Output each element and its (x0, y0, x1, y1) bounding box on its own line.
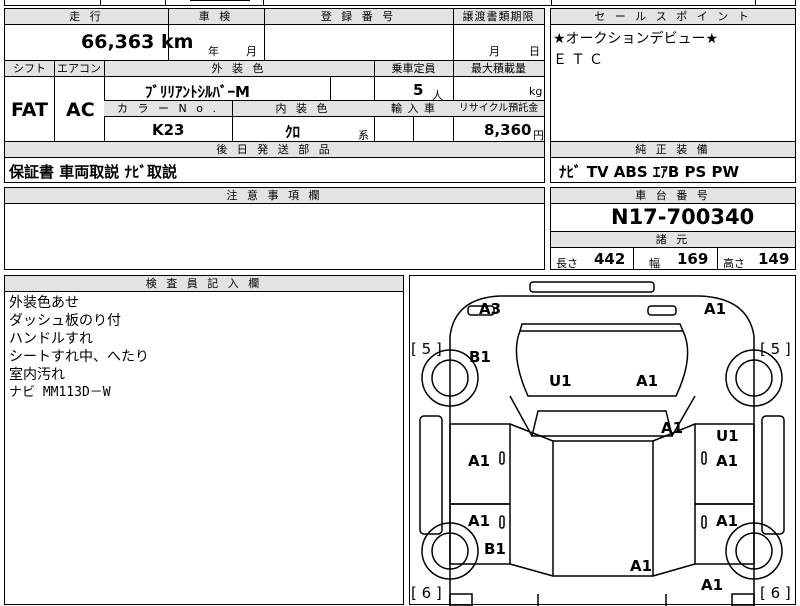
caution-box: 注 意 事 項 欄 (4, 187, 545, 270)
front-grille-right (647, 305, 677, 316)
recycle-header: リサイクル預託金 (453, 101, 544, 117)
shaken-header: 車 検 (168, 9, 264, 25)
registration-header: 登 録 番 号 (264, 9, 453, 25)
import-header: 輸 入 車 (374, 101, 453, 117)
capacity-header: 乗車定員 (374, 61, 453, 77)
tire-label-rear-right: [ 6 ] (760, 584, 791, 602)
color-no-value: K23 (152, 121, 185, 139)
mileage-value: 66,363 (81, 31, 155, 53)
spec-length-value: 442 (594, 250, 626, 268)
mileage-unit: km (160, 31, 194, 53)
exterior-color-value: ﾌﾞﾘﾘｱﾝﾄｼﾙﾊﾞｰM (145, 83, 250, 101)
interior-color-header: 内 装 色 (232, 101, 374, 117)
mark-hood-right: A1 (636, 372, 659, 390)
mark-front-left-corner: A3 (479, 300, 502, 318)
inspector-notes-box: 検 査 員 記 入 欄 外装色あせ ダッシュ板のり付 ハンドルすれ シートすれ中… (4, 275, 404, 605)
caution-header: 注 意 事 項 欄 (5, 188, 544, 204)
inspector-notes: 外装色あせ ダッシュ板のり付 ハンドルすれ シートすれ中、へたり 室内汚れ ナビ… (9, 294, 149, 402)
sales-point-box: セ ー ル ス ポ イ ン ト ★オークションデビュー★ ＥＴＣ (550, 8, 796, 142)
mark-right-rear-corner: A1 (701, 576, 724, 594)
specs-header: 諸 元 (551, 231, 795, 248)
genuine-equipment-header: 純 正 装 備 (551, 142, 795, 158)
inspector-note: 外装色あせ (9, 295, 79, 311)
later-parts-box: 後 日 発 送 部 品 保証書 車両取説 ﾅﾋﾞ取説 (4, 141, 545, 183)
later-parts-value: 保証書 車両取説 ﾅﾋﾞ取説 (9, 163, 177, 181)
mark-hood-left: U1 (549, 372, 572, 390)
spec-height-value: 149 (758, 250, 790, 268)
mark-left-front-door: A1 (468, 452, 491, 470)
exterior-color-header: 外 装 色 (104, 61, 374, 77)
sales-point-line-1: ★オークションデビュー★ (553, 31, 719, 47)
shift-value: FAT (11, 99, 48, 121)
mark-right-front-door-1: U1 (716, 427, 739, 445)
interior-color-value: ｸﾛ (285, 123, 301, 141)
chassis-box: 車 台 番 号 N17-700340 諸 元 長さ 442 幅 169 高さ 1… (550, 187, 796, 270)
mark-left-rear-door: A1 (468, 512, 491, 530)
hood-shape (515, 330, 689, 397)
chassis-value: N17-700340 (611, 205, 755, 229)
capacity-value: 5 (413, 81, 424, 99)
front-bumper-shape (529, 281, 655, 293)
mark-windshield-right: A1 (661, 419, 684, 437)
damage-map-box: A3 A1 B1 U1 A1 A1 U1 A1 A1 A1 A1 B1 A1 A… (409, 275, 796, 606)
inspector-note: シートすれ中、へたり (9, 349, 149, 365)
roof-shape (552, 440, 654, 577)
sales-point-header: セ ー ル ス ポ イ ン ト (551, 9, 795, 25)
inspector-header: 検 査 員 記 入 欄 (5, 276, 403, 292)
spec-height-label: 高さ (723, 257, 745, 270)
max-load-header: 最大積載量 (453, 61, 544, 77)
chassis-header: 車 台 番 号 (551, 188, 795, 204)
inspector-note: ハンドルすれ (9, 331, 93, 347)
shaken-year-label: 年 (208, 45, 219, 58)
spec-width-label: 幅 (649, 257, 660, 270)
shift-header: シフト (5, 61, 54, 77)
transfer-month-label: 月 (489, 45, 500, 58)
mileage-header: 走 行 (5, 9, 168, 25)
inspector-note: ナビ MM113D－W (9, 385, 111, 400)
genuine-equipment-box: 純 正 装 備 ﾅﾋﾞ TV ABS ｴｱB PS PW (550, 141, 796, 183)
top-partial-row (4, 0, 796, 6)
mark-roof-rear: A1 (630, 557, 653, 575)
aircon-header: エアコン (54, 61, 104, 77)
mark-right-rear-door: A1 (716, 512, 739, 530)
transfer-deadline-header: 譲渡書類期限 (453, 9, 544, 25)
tire-label-rear-left: [ 6 ] (411, 584, 442, 602)
recycle-value: 8,360 (484, 121, 532, 139)
aircon-value: AC (66, 99, 95, 121)
spec-length-label: 長さ (556, 257, 578, 270)
shaken-month-label: 月 (246, 45, 257, 58)
top-partial-stub (190, 0, 250, 1)
vehicle-info-grid: 走 行 車 検 登 録 番 号 譲渡書類期限 66,363 km 年 月 月 日… (4, 8, 545, 142)
max-load-unit: kg (529, 85, 543, 98)
transfer-day-label: 日 (529, 45, 540, 58)
mark-left-fender: B1 (469, 348, 491, 366)
inspector-note: 室内汚れ (9, 367, 65, 383)
tire-label-front-left: [ 5 ] (411, 340, 442, 358)
inspector-note: ダッシュ板のり付 (9, 313, 121, 329)
sales-point-line-2: ＥＴＣ (553, 52, 607, 68)
color-no-header: カ ラ ー N o . (104, 101, 232, 117)
mark-front-right-corner: A1 (704, 300, 727, 318)
tire-label-front-right: [ 5 ] (760, 340, 791, 358)
mark-right-front-door-2: A1 (716, 452, 739, 470)
windshield-shape (531, 410, 673, 437)
later-parts-header: 後 日 発 送 部 品 (5, 142, 544, 158)
spec-width-value: 169 (677, 250, 709, 268)
genuine-equipment-value: ﾅﾋﾞ TV ABS ｴｱB PS PW (559, 163, 740, 181)
mark-left-quarter: B1 (484, 540, 506, 558)
